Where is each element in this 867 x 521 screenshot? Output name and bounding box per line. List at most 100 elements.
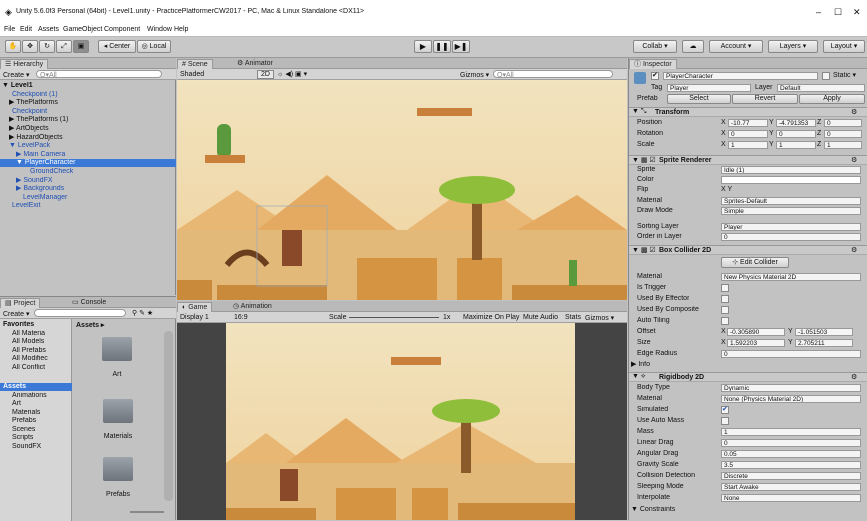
sprite-renderer-header[interactable]: ▼ ▦ ☑ Sprite Renderer ⚙ — [629, 155, 867, 165]
sorting-layer-dropdown[interactable]: Player — [721, 223, 861, 231]
is-trigger-checkbox[interactable] — [721, 284, 729, 292]
maximize-on-play-toggle[interactable]: Maximize On Play — [463, 314, 519, 321]
order-in-layer-field[interactable]: 0 — [721, 233, 861, 241]
scale-tool-button[interactable]: ⤢ — [56, 40, 72, 53]
assets-subfolder[interactable]: Animations — [12, 392, 47, 400]
project-scrollbar[interactable] — [164, 331, 173, 501]
rigidbody-row-value[interactable]: ✔ — [721, 406, 729, 414]
scene-search-input[interactable]: Q▾All — [493, 70, 613, 78]
hierarchy-item[interactable]: ▶ HazardObjects — [0, 134, 176, 142]
asset-folder-materials[interactable]: Materials — [96, 399, 140, 445]
rigidbody-row-value[interactable] — [721, 417, 729, 425]
rigidbody-row-value[interactable]: Dynamic — [721, 384, 861, 392]
favorites-item[interactable]: All Conflict — [12, 364, 45, 372]
asset-folder-prefabs[interactable]: Prefabs — [100, 457, 136, 503]
settings-gear-icon[interactable]: ⚙ — [851, 156, 857, 164]
hierarchy-item[interactable]: GroundCheck — [0, 168, 176, 176]
pivot-local-button[interactable]: ◎ Local — [137, 40, 171, 53]
transform-scale-z-field[interactable]: 1 — [824, 141, 862, 149]
favorites-item[interactable]: All Models — [12, 338, 44, 346]
menu-gameobject[interactable]: GameObject — [63, 26, 102, 33]
collab-button[interactable]: Collab ▾ — [633, 40, 677, 53]
sprite-material-field[interactable]: Sprites-Default — [721, 197, 861, 205]
layers-dropdown[interactable]: Layers ▾ — [768, 40, 818, 53]
stats-toggle[interactable]: Stats — [565, 314, 581, 321]
project-breadcrumb[interactable]: Assets ▸ — [76, 321, 104, 329]
icon-size-slider[interactable] — [130, 511, 164, 513]
cloud-icon[interactable]: ☁ — [682, 40, 704, 53]
pivot-center-button[interactable]: ◂ Center — [98, 40, 136, 53]
hierarchy-item[interactable]: ▶ ThePlatforms (1) — [0, 116, 176, 124]
scene-viewport[interactable] — [177, 80, 627, 300]
assets-subfolder[interactable]: Scenes — [12, 426, 35, 434]
transform-position-z-field[interactable]: 0 — [824, 119, 862, 127]
minimize-button[interactable]: – — [816, 7, 821, 17]
info-foldout[interactable]: ▶ Info — [631, 361, 650, 369]
edge-radius-field[interactable]: 0 — [721, 350, 861, 358]
favorites-header[interactable]: Favorites — [3, 321, 34, 329]
project-search-input[interactable] — [34, 309, 126, 317]
menu-edit[interactable]: Edit — [20, 26, 32, 33]
step-button[interactable]: ▶❚ — [452, 40, 470, 53]
tab-console[interactable]: ▭ Console — [68, 298, 110, 308]
project-create-button[interactable]: Create ▾ — [3, 310, 29, 318]
maximize-button[interactable]: ☐ — [834, 7, 842, 18]
move-tool-button[interactable]: ✥ — [22, 40, 38, 53]
transform-position-y-field[interactable]: -4.791353 — [776, 119, 816, 127]
flip-toggles[interactable]: X Y — [721, 186, 732, 194]
filter-icon[interactable]: ⚲ ✎ ★ — [132, 309, 153, 317]
hierarchy-item[interactable]: Checkpoint — [0, 108, 176, 116]
transform-scale-y-field[interactable]: 1 — [776, 141, 816, 149]
hierarchy-item[interactable]: ▼ Level1 — [0, 82, 176, 90]
edit-collider-button[interactable]: ⊹ Edit Collider — [721, 257, 789, 268]
prefab-revert-button[interactable]: Revert — [732, 94, 798, 104]
rigidbody-row-value[interactable]: 3.5 — [721, 461, 861, 469]
rigidbody-row-value[interactable]: None — [721, 494, 861, 502]
transform-scale-x-field[interactable]: 1 — [728, 141, 768, 149]
shading-mode-dropdown[interactable]: Shaded — [180, 71, 204, 78]
assets-subfolder[interactable]: Materials — [12, 409, 40, 417]
prefab-select-button[interactable]: Select — [667, 94, 731, 104]
hierarchy-item[interactable]: Checkpoint (1) — [0, 91, 176, 99]
rigidbody-row-value[interactable]: 0.05 — [721, 450, 861, 458]
hierarchy-item[interactable]: ▼ PlayerCharacter — [0, 159, 176, 168]
menu-file[interactable]: File — [4, 26, 15, 33]
hierarchy-item[interactable]: ▶ ThePlatforms — [0, 99, 176, 107]
menu-window[interactable]: Window — [147, 26, 172, 33]
assets-subfolder[interactable]: Art — [12, 400, 21, 408]
rigidbody-header[interactable]: ▼ ⟡ Rigidbody 2D ⚙ — [629, 372, 867, 382]
used-by-composite-checkbox[interactable] — [721, 306, 729, 314]
assets-folder[interactable]: Assets — [0, 383, 72, 391]
static-checkbox[interactable] — [822, 72, 830, 80]
transform-position-x-field[interactable]: -10.77 — [728, 119, 768, 127]
prefab-apply-button[interactable]: Apply — [799, 94, 865, 104]
asset-folder-art[interactable]: Art — [100, 337, 134, 383]
size-x-field[interactable]: 1.592203 — [727, 339, 785, 347]
layer-dropdown[interactable]: Default — [777, 84, 865, 92]
constraints-foldout[interactable]: ▼ Constraints — [631, 506, 675, 514]
rect-tool-button[interactable]: ▣ — [73, 40, 89, 53]
assets-subfolder[interactable]: SoundFX — [12, 443, 41, 451]
tab-project[interactable]: ▤ Project — [0, 298, 41, 308]
tab-animator[interactable]: ⚙ Animator — [233, 59, 277, 69]
aspect-dropdown[interactable]: 16:9 — [234, 314, 248, 321]
rigidbody-row-value[interactable]: Discrete — [721, 472, 861, 480]
hierarchy-item[interactable]: LevelExit — [0, 202, 176, 210]
rigidbody-row-value[interactable]: 0 — [721, 439, 861, 447]
offset-x-field[interactable]: -0.305890 — [727, 328, 785, 336]
game-gizmos-dropdown[interactable]: Gizmos ▾ — [585, 314, 614, 322]
offset-y-field[interactable]: -1.051503 — [795, 328, 853, 336]
lighting-icon[interactable]: ☼ ◀) ▣ ▾ — [277, 70, 307, 78]
mode-2d-toggle[interactable]: 2D — [257, 70, 274, 79]
pause-button[interactable]: ❚❚ — [433, 40, 451, 53]
transform-rotation-z-field[interactable]: 0 — [824, 130, 862, 138]
scene-gizmos-dropdown[interactable]: Gizmos ▾ — [460, 71, 489, 79]
collider-material-field[interactable]: New Physics Material 2D — [721, 273, 861, 281]
hierarchy-item[interactable]: ▶ SoundFX — [0, 177, 176, 185]
rigidbody-row-value[interactable]: Start Awake — [721, 483, 861, 491]
hierarchy-item[interactable]: ▶ ArtObjects — [0, 125, 176, 133]
menu-help[interactable]: Help — [174, 26, 188, 33]
hierarchy-item[interactable]: ▶ Backgrounds — [0, 185, 176, 193]
settings-gear-icon[interactable]: ⚙ — [851, 373, 857, 381]
tab-hierarchy[interactable]: ☰ Hierarchy — [0, 59, 49, 69]
